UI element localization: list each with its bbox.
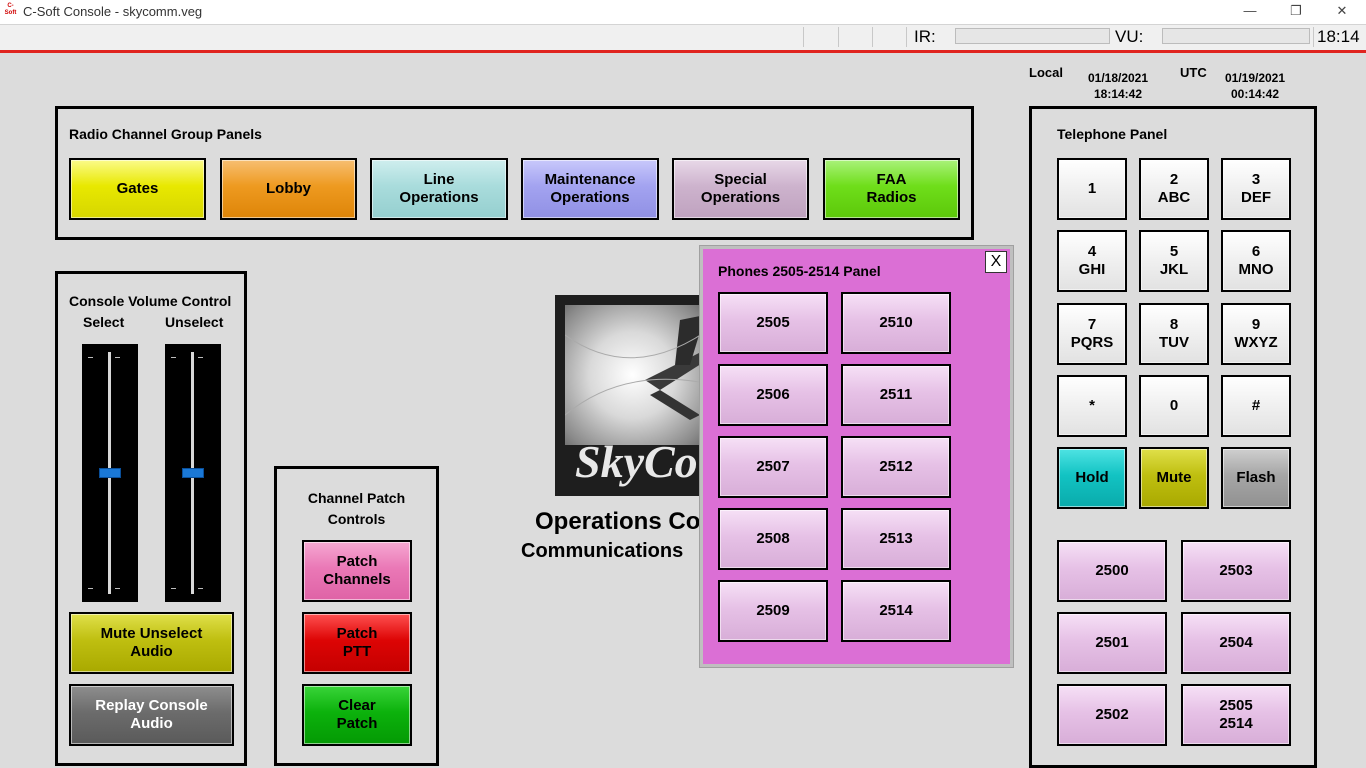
status-separator xyxy=(803,27,804,47)
telephone-panel-title: Telephone Panel xyxy=(1057,126,1168,142)
utc-date: 01/19/2021 xyxy=(1224,71,1286,85)
phone-2508-button[interactable]: 2508 xyxy=(718,508,828,570)
patch-channels-button[interactable]: Patch Channels xyxy=(302,540,412,602)
ir-label: IR: xyxy=(914,27,936,46)
title-bar: C-Soft C-Soft Console - skycomm.veg — ❐ … xyxy=(0,0,1366,24)
local-date: 01/18/2021 xyxy=(1087,71,1149,85)
volume-panel-title: Console Volume Control xyxy=(69,293,232,309)
phone-2511-button[interactable]: 2511 xyxy=(841,364,951,426)
local-time: 18:14:42 xyxy=(1093,87,1143,101)
phone-2512-button[interactable]: 2512 xyxy=(841,436,951,498)
status-separator xyxy=(872,27,873,47)
communications-subtitle: Communications xyxy=(521,540,684,562)
local-clock-label: Local xyxy=(1029,65,1063,80)
dial-key-7[interactable]: 7 PQRS xyxy=(1057,303,1127,365)
line-2503-button[interactable]: 2503 xyxy=(1181,540,1291,602)
dial-key-hash[interactable]: # xyxy=(1221,375,1291,437)
status-separator xyxy=(1313,27,1314,47)
dial-key-8[interactable]: 8 TUV xyxy=(1139,303,1209,365)
status-separator xyxy=(838,27,839,47)
dial-key-4[interactable]: 4 GHI xyxy=(1057,230,1127,292)
close-window-button[interactable]: ✕ xyxy=(1319,0,1365,24)
dial-key-star[interactable]: * xyxy=(1057,375,1127,437)
slider-tick xyxy=(171,357,176,358)
console-volume-panel: Console Volume Control Select Unselect M… xyxy=(55,271,247,766)
utc-clock: 01/19/2021 00:14:42 xyxy=(1215,70,1295,102)
channel-patch-panel: Channel Patch Controls Patch Channels Pa… xyxy=(274,466,439,766)
skycomm-logo: SkyCo xyxy=(555,295,715,496)
line-2504-button[interactable]: 2504 xyxy=(1181,612,1291,674)
select-volume-slider[interactable] xyxy=(82,344,138,602)
unselect-volume-thumb[interactable] xyxy=(182,468,204,478)
slider-tick xyxy=(115,357,120,358)
status-divider xyxy=(0,50,1366,53)
restore-button[interactable]: ❐ xyxy=(1273,0,1319,24)
logo-text: SkyCo xyxy=(575,436,698,487)
select-label: Select xyxy=(83,314,125,330)
radio-panel-title: Radio Channel Group Panels xyxy=(69,126,262,142)
line-operations-button[interactable]: Line Operations xyxy=(370,158,508,220)
dial-key-2[interactable]: 2 ABC xyxy=(1139,158,1209,220)
slider-tick xyxy=(115,588,120,589)
line-2502-button[interactable]: 2502 xyxy=(1057,684,1167,746)
line-2500-button[interactable]: 2500 xyxy=(1057,540,1167,602)
operations-title: Operations Co xyxy=(535,508,701,535)
status-bar: IR: VU: 18:14 xyxy=(0,24,1366,50)
maintenance-operations-button[interactable]: Maintenance Operations xyxy=(521,158,659,220)
window-title: C-Soft Console - skycomm.veg xyxy=(23,4,203,19)
utc-time: 00:14:42 xyxy=(1230,87,1280,101)
airplane-icon xyxy=(564,315,715,420)
vu-meter xyxy=(1162,28,1310,44)
hold-button[interactable]: Hold xyxy=(1057,447,1127,509)
select-volume-thumb[interactable] xyxy=(99,468,121,478)
phones-2505-2514-button[interactable]: 2505 2514 xyxy=(1181,684,1291,746)
phone-2505-button[interactable]: 2505 xyxy=(718,292,828,354)
slider-tick xyxy=(171,588,176,589)
utc-clock-label: UTC xyxy=(1180,65,1207,80)
flash-button[interactable]: Flash xyxy=(1221,447,1291,509)
dial-key-5[interactable]: 5 JKL xyxy=(1139,230,1209,292)
phone-2507-button[interactable]: 2507 xyxy=(718,436,828,498)
slider-tick xyxy=(198,588,203,589)
vu-label: VU: xyxy=(1115,27,1144,46)
gates-button[interactable]: Gates xyxy=(69,158,206,220)
logo-image xyxy=(564,305,715,445)
mute-unselect-audio-button[interactable]: Mute Unselect Audio xyxy=(69,612,234,674)
slider-tick xyxy=(198,357,203,358)
ir-meter xyxy=(955,28,1110,44)
status-separator xyxy=(906,27,907,47)
minimize-button[interactable]: — xyxy=(1227,0,1273,24)
slider-tick xyxy=(88,588,93,589)
clear-patch-button[interactable]: Clear Patch xyxy=(302,684,412,746)
dial-key-1[interactable]: 1 xyxy=(1057,158,1127,220)
special-operations-button[interactable]: Special Operations xyxy=(672,158,809,220)
lobby-button[interactable]: Lobby xyxy=(220,158,357,220)
status-time: 18:14 xyxy=(1317,27,1360,46)
dial-key-9[interactable]: 9 WXYZ xyxy=(1221,303,1291,365)
faa-radios-button[interactable]: FAA Radios xyxy=(823,158,960,220)
patch-ptt-button[interactable]: Patch PTT xyxy=(302,612,412,674)
phone-2506-button[interactable]: 2506 xyxy=(718,364,828,426)
line-2501-button[interactable]: 2501 xyxy=(1057,612,1167,674)
phone-2509-button[interactable]: 2509 xyxy=(718,580,828,642)
app-icon: C-Soft xyxy=(4,3,17,16)
patch-panel-title: Channel Patch Controls xyxy=(307,490,406,527)
dial-key-0[interactable]: 0 xyxy=(1139,375,1209,437)
unselect-volume-slider[interactable] xyxy=(165,344,221,602)
dial-key-6[interactable]: 6 MNO xyxy=(1221,230,1291,292)
phone-2513-button[interactable]: 2513 xyxy=(841,508,951,570)
dial-key-3[interactable]: 3 DEF xyxy=(1221,158,1291,220)
telephone-panel: Telephone Panel 1 2 ABC 3 DEF 4 GHI 5 JK… xyxy=(1029,106,1317,768)
popup-title: Phones 2505-2514 Panel xyxy=(718,263,881,279)
phone-2514-button[interactable]: 2514 xyxy=(841,580,951,642)
local-clock: 01/18/2021 18:14:42 xyxy=(1078,70,1158,102)
replay-console-audio-button[interactable]: Replay Console Audio xyxy=(69,684,234,746)
radio-channel-panel: Radio Channel Group Panels Gates Lobby L… xyxy=(55,106,974,240)
phone-2510-button[interactable]: 2510 xyxy=(841,292,951,354)
unselect-label: Unselect xyxy=(165,314,224,330)
slider-tick xyxy=(88,357,93,358)
popup-close-button[interactable]: X xyxy=(985,251,1007,273)
mute-button[interactable]: Mute xyxy=(1139,447,1209,509)
phones-popup-panel: Phones 2505-2514 Panel X 2505 2510 2506 … xyxy=(700,246,1013,667)
